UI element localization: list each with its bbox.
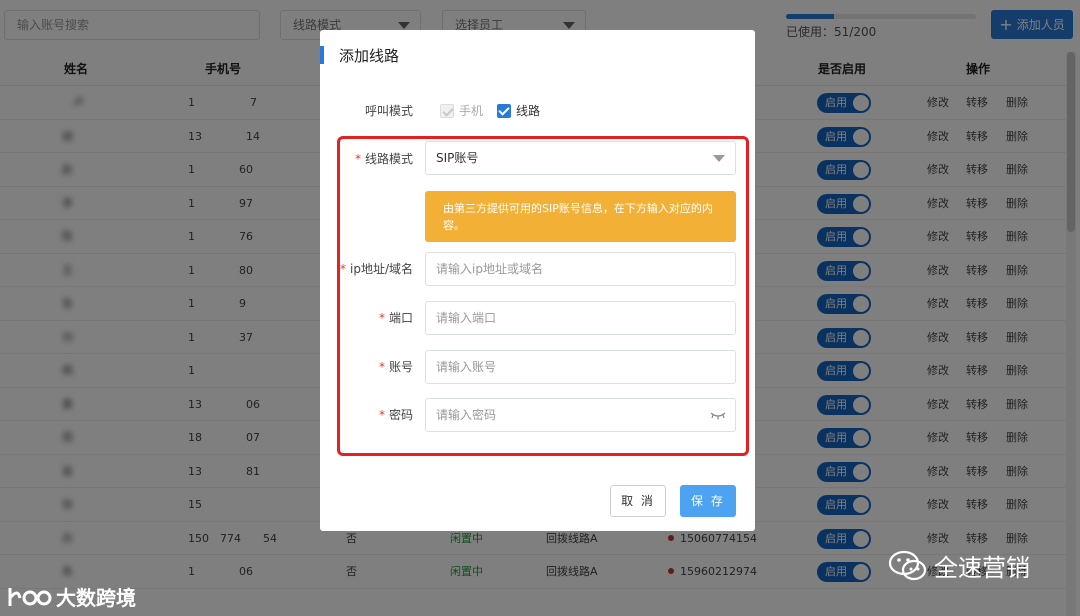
checkbox-icon — [440, 103, 454, 118]
call-mode-line-label: 线路 — [516, 104, 541, 118]
checkbox-checked-icon — [497, 103, 511, 118]
wechat-icon — [888, 550, 927, 580]
sip-notice: 由第三方提供可用的SIP账号信息，在下方输入对应的内容。 — [425, 191, 736, 242]
watermark-left-text: 大数跨境 — [56, 586, 136, 610]
port-label: * 端口 — [378, 311, 413, 325]
call-mode-line-checkbox[interactable]: 线路 — [497, 102, 540, 119]
call-mode-phone-label: 手机 — [459, 104, 484, 118]
port-input[interactable] — [425, 301, 736, 335]
ip-domain-input[interactable] — [425, 252, 736, 286]
chevron-down-icon — [713, 155, 725, 162]
title-accent — [320, 46, 324, 64]
watermark-right-text: 全速营销 — [934, 554, 1030, 582]
line-mode-select[interactable]: SIP账号 — [425, 141, 736, 175]
watermark-left: 大数跨境 — [6, 582, 136, 611]
brand-logo-icon — [8, 587, 52, 606]
watermark-right: 全速营销 — [888, 548, 1030, 583]
save-button[interactable]: 保 存 — [680, 485, 736, 517]
cancel-button[interactable]: 取 消 — [610, 485, 666, 517]
account-input[interactable] — [425, 350, 736, 384]
dialog-title: 添加线路 — [339, 47, 400, 65]
line-mode-value: SIP账号 — [436, 151, 479, 165]
password-input[interactable] — [425, 398, 736, 432]
eye-closed-icon[interactable] — [710, 409, 726, 421]
ip-label: * ip地址/域名 — [340, 262, 413, 276]
call-mode-label: 呼叫模式 — [364, 104, 413, 118]
password-field-wrap — [320, 398, 755, 432]
line-mode-label: * 线路模式 — [354, 152, 413, 166]
account-label: * 账号 — [378, 360, 413, 374]
add-line-dialog: 添加线路 呼叫模式 手机 线路 * 线路模式 SIP账号 由第三方提供可用的SIP… — [320, 30, 755, 531]
call-mode-phone-checkbox[interactable]: 手机 — [440, 102, 483, 119]
